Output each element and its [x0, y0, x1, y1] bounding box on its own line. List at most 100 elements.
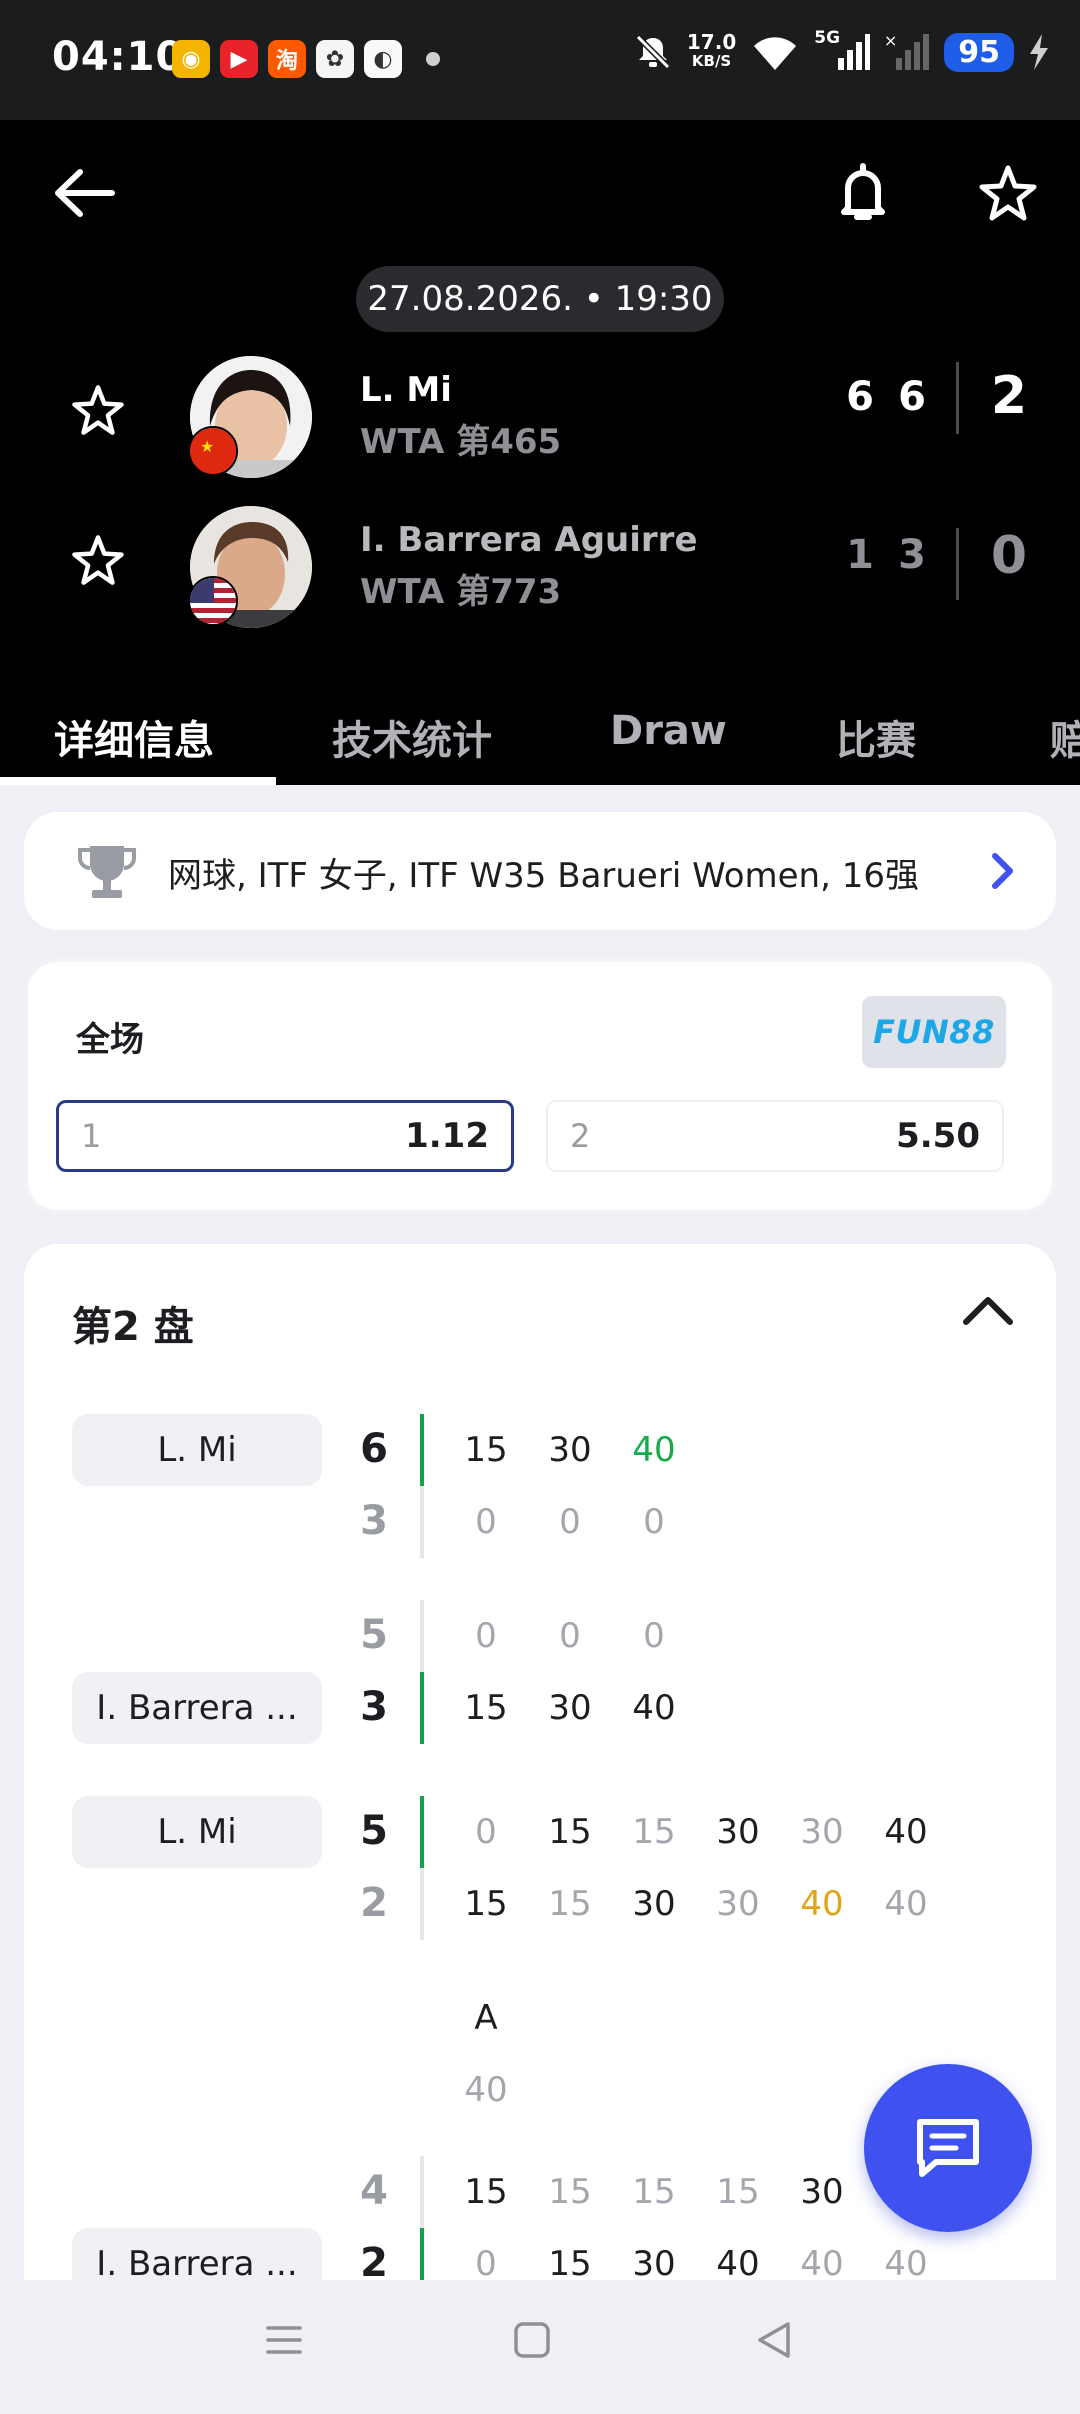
player-name: L. Mi: [360, 370, 452, 410]
video-app-icon: ▶: [220, 40, 258, 78]
tournament-card[interactable]: 网球, ITF 女子, ITF W35 Barueri Women, 16强: [24, 812, 1056, 930]
games-score: 6: [360, 1426, 388, 1472]
odds-option-away[interactable]: 2 5.50: [546, 1100, 1004, 1172]
game-block: I. Barrera ... 5 0 0 0 3 15 30 40: [24, 1600, 1056, 1744]
point-score: A: [474, 1998, 498, 2038]
point-score: 30: [632, 1884, 676, 1924]
chevron-up-icon[interactable]: [962, 1292, 1014, 1326]
match-header: 27.08.2026. • 19:30 ★ L. Mi WTA 第465 6 6…: [0, 120, 1080, 785]
point-score: 30: [548, 1430, 592, 1470]
favorite-match-button[interactable]: [963, 148, 1053, 238]
point-score: 40: [884, 1884, 928, 1924]
point-score: 15: [548, 2244, 592, 2284]
mute-bell-icon: [635, 34, 671, 70]
game-bar: [420, 2156, 424, 2228]
point-score: 40: [632, 1430, 676, 1470]
tab-statistics[interactable]: 技术统计: [332, 708, 492, 766]
point-progression: 15 30 40: [444, 1430, 696, 1470]
player-rank: WTA 第773: [360, 572, 562, 612]
system-navigation-bar: [0, 2280, 1080, 2414]
chevron-right-icon: [992, 853, 1013, 889]
menu-icon[interactable]: [264, 2320, 304, 2360]
player-row-home[interactable]: ★ L. Mi WTA 第465 6 6 2: [0, 352, 1080, 482]
odds-value: 5.50: [896, 1116, 980, 1156]
bookmaker-logo[interactable]: FUN88: [862, 996, 1006, 1068]
set-score: 1: [846, 532, 874, 578]
tab-matches[interactable]: 比赛: [836, 708, 916, 766]
odds-option-home[interactable]: 1 1.12: [56, 1100, 514, 1172]
point-score: 30: [800, 2172, 844, 2212]
battery-indicator: 95: [944, 32, 1014, 72]
notifications-button[interactable]: [818, 148, 908, 238]
games-score: 2: [360, 1880, 388, 1926]
china-flag-icon: ★: [188, 426, 238, 476]
usa-flag-icon: [188, 576, 238, 626]
back-arrow-icon: [55, 169, 115, 217]
sets-won-total: 2: [990, 366, 1028, 426]
set-title: 第2 盘: [72, 1304, 194, 1350]
chat-button[interactable]: [864, 2064, 1032, 2232]
game-winner-bar: [420, 1796, 424, 1868]
favorite-player-star-icon[interactable]: [70, 382, 126, 438]
detail-tabs: 详细信息 技术统计 Draw 比赛 赔: [0, 688, 1080, 785]
set-score: 6: [846, 374, 874, 420]
games-score: 3: [360, 1498, 388, 1544]
odds-value: 1.12: [405, 1116, 489, 1156]
odds-label: 1: [81, 1117, 102, 1155]
tab-details[interactable]: 详细信息: [54, 708, 214, 766]
set-scores: 1 3: [846, 532, 926, 578]
point-score: 0: [475, 2244, 497, 2284]
point-score: 40: [800, 1884, 844, 1924]
point-score: 40: [632, 1688, 676, 1728]
tab-draw[interactable]: Draw: [610, 708, 727, 754]
status-bar: 04:10 ◉ ▶ 淘 ✿ ◐ 17.0 KB/S 5G × 95: [0, 0, 1080, 120]
server-name-pill: I. Barrera ...: [72, 1672, 322, 1744]
point-score: 40: [884, 1812, 928, 1852]
bell-icon: [841, 163, 885, 220]
weibo-icon: ◉: [172, 40, 210, 78]
status-app-icons: ◉ ▶ 淘 ✿ ◐: [172, 40, 402, 78]
game-bar: [420, 1600, 424, 1672]
svg-text:×: ×: [884, 32, 897, 50]
point-progression: 0 15 30 40 40 40: [444, 2244, 948, 2284]
wifi-icon: [754, 37, 797, 70]
match-datetime: 27.08.2026. • 19:30: [356, 266, 724, 332]
point-score: 30: [548, 1688, 592, 1728]
more-notifications-dot: [426, 52, 440, 66]
back-button[interactable]: [38, 148, 128, 238]
qq-icon: ◐: [364, 40, 402, 78]
point-score: 30: [716, 1812, 760, 1852]
point-score: 40: [800, 2244, 844, 2284]
point-score: 30: [716, 1884, 760, 1924]
signal-nosim-icon: ×: [884, 32, 930, 70]
chat-icon: [917, 2119, 979, 2177]
svg-text:★: ★: [200, 437, 214, 456]
point-progression: 40: [444, 2070, 528, 2110]
sets-won-total: 0: [990, 526, 1028, 586]
game-winner-bar: [420, 1672, 424, 1744]
games-score: 5: [360, 1612, 388, 1658]
point-score: 40: [464, 2070, 508, 2110]
player-name: I. Barrera Aguirre: [360, 520, 698, 560]
photos-app-icon: ✿: [316, 40, 354, 78]
point-score: 15: [464, 2172, 508, 2212]
game-winner-bar: [420, 1414, 424, 1486]
network-speed: 17.0 KB/S: [686, 30, 737, 70]
player-row-away[interactable]: I. Barrera Aguirre WTA 第773 1 3 0: [0, 502, 1080, 632]
point-progression: 15 15 30 30 40 40: [444, 1884, 948, 1924]
signal-5g-icon: 5G: [814, 28, 871, 72]
point-score: 0: [559, 1502, 581, 1542]
home-icon[interactable]: [512, 2320, 552, 2360]
set-score: 3: [898, 532, 926, 578]
set-scores: 6 6: [846, 374, 926, 420]
point-score: 30: [800, 1812, 844, 1852]
point-progression: 0 0 0: [444, 1616, 696, 1656]
taobao-icon: 淘: [268, 40, 306, 78]
favorite-player-star-icon[interactable]: [70, 532, 126, 588]
charging-icon: [1030, 34, 1048, 70]
set-score: 6: [898, 374, 926, 420]
point-score: 15: [548, 1812, 592, 1852]
back-icon[interactable]: [754, 2320, 794, 2360]
tab-odds[interactable]: 赔: [1050, 708, 1080, 766]
trophy-icon: [78, 846, 136, 898]
